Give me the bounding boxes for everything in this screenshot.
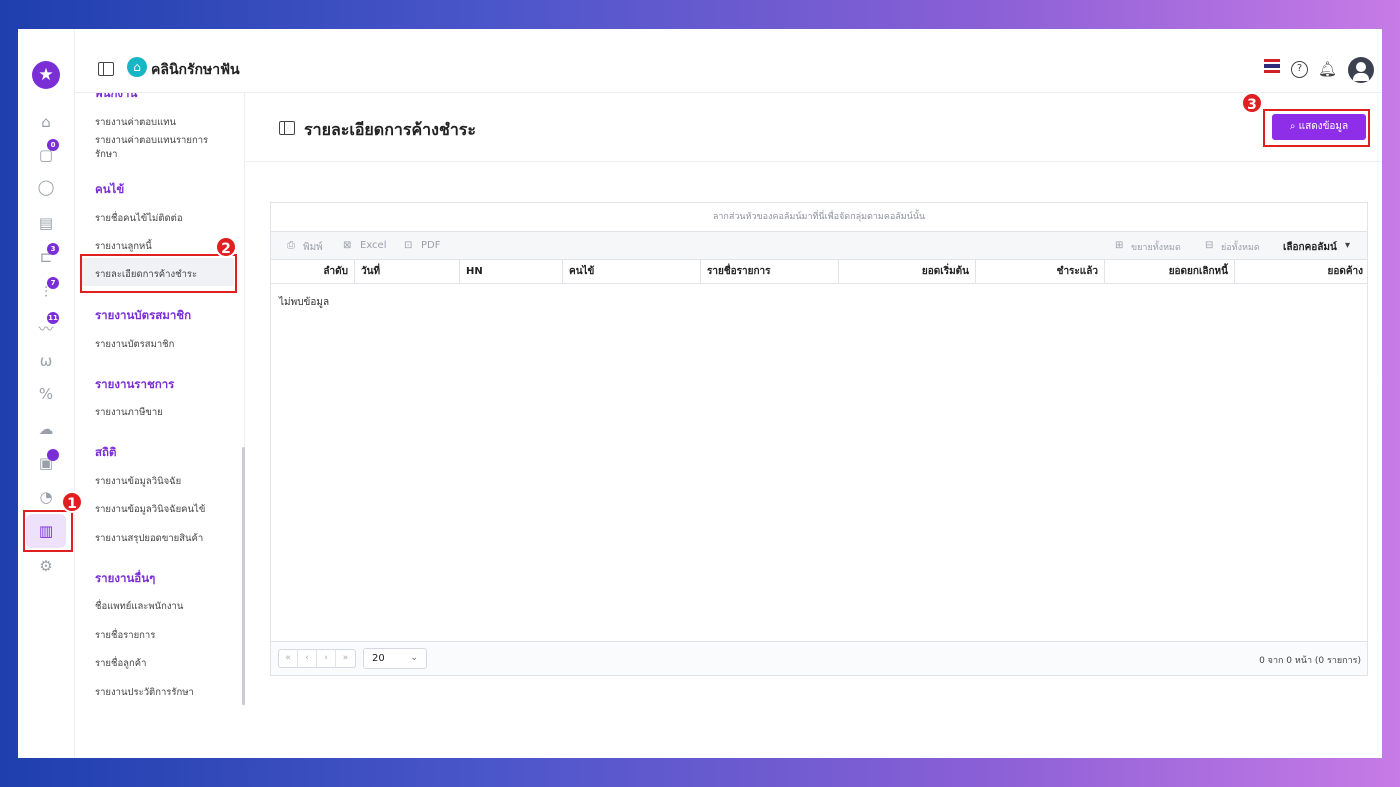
chevron-down-icon[interactable]: ▾: [1345, 240, 1350, 251]
pdf-button[interactable]: PDF: [421, 240, 440, 251]
chair-badge: 3: [47, 243, 59, 255]
col-paid[interactable]: ชำระแล้ว: [976, 260, 1105, 284]
sidebar-toggle-icon[interactable]: [98, 62, 114, 76]
menu-item-membership[interactable]: รายงานบัตรสมาชิก: [95, 337, 174, 352]
menu-item-diagnosis-patient[interactable]: รายงานข้อมูลวินิจฉัยคนไข้: [95, 502, 205, 517]
tools-badge: 7: [47, 277, 59, 289]
menu-item-diagnosis[interactable]: รายงานข้อมูลวินิจฉัย: [95, 474, 181, 489]
highlight-box-3: [1263, 109, 1370, 147]
print-icon: ⎙: [287, 240, 295, 251]
title-divider: [246, 161, 1382, 162]
bell-icon[interactable]: 🔔︎: [1318, 60, 1337, 78]
excel-button[interactable]: Excel: [360, 240, 387, 251]
menu-item-debtors[interactable]: รายงานลูกหนี้: [95, 239, 152, 254]
collapse-all-icon: ⊟: [1205, 240, 1214, 251]
clinic-name: คลินิกรักษาฟัน: [151, 62, 240, 78]
percent-icon[interactable]: %: [36, 384, 56, 404]
next-page-button[interactable]: ›: [317, 650, 336, 667]
box-dot: [47, 449, 59, 461]
cloud-icon[interactable]: ☁: [36, 419, 56, 439]
menu-head-stats: สถิติ: [95, 445, 117, 459]
user-icon[interactable]: ◯: [36, 177, 56, 197]
board-icon[interactable]: ▤: [36, 213, 56, 233]
pager-info: 0 จาก 0 หน้า (0 รายการ): [1259, 656, 1361, 666]
pdf-icon: ⊡: [404, 240, 413, 251]
step-badge-1: 1: [61, 491, 83, 513]
page-panel-icon: [279, 121, 295, 135]
collapse-all-button[interactable]: ย่อทั้งหมด: [1221, 240, 1260, 254]
menu-item-inactive-patients[interactable]: รายชื่อคนไข้ไม่ติดต่อ: [95, 211, 183, 226]
print-button[interactable]: พิมพ์: [303, 240, 323, 255]
avatar[interactable]: [1348, 57, 1374, 83]
menu-item-product-sales[interactable]: รายงานสรุปยอดขายสินค้า: [95, 531, 203, 546]
col-date[interactable]: วันที่: [355, 260, 460, 284]
page-size-select[interactable]: 20 ⌄: [363, 648, 427, 669]
step-badge-3: 3: [1241, 92, 1263, 114]
col-start-amount[interactable]: ยอดเริ่มต้น: [839, 260, 976, 284]
icon-rail: ★ ⌂ ▢ 0 ◯ ▤ ⊏ 3 ⫶ 7 〰 11 ω % ☁ ▣ ◔ ▥ ⚙: [18, 29, 75, 758]
menu-head-patients: คนไข้: [95, 182, 125, 196]
highlight-box-2: [80, 254, 237, 293]
gear-icon[interactable]: ⚙: [36, 556, 56, 576]
pager-nav: «‹ ›»: [278, 649, 356, 668]
col-patient[interactable]: คนไข้: [563, 260, 701, 284]
page-size-value: 20: [372, 653, 385, 664]
col-item-name[interactable]: รายชื่อรายการ: [701, 260, 839, 284]
menu-item-sales-tax[interactable]: รายงานภาษีขาย: [95, 405, 163, 420]
highlight-box-1: [23, 510, 73, 552]
last-page-button[interactable]: »: [336, 650, 355, 667]
app-window: ★ ⌂ ▢ 0 ◯ ▤ ⊏ 3 ⫶ 7 〰 11 ω % ☁ ▣ ◔ ▥ ⚙ ⌂…: [18, 29, 1382, 758]
choose-columns-button[interactable]: เลือกคอลัมน์: [1283, 240, 1337, 255]
page-title: รายละเอียดการค้างชำระ: [304, 120, 476, 139]
report-menu: พนักงาน รายงานค่าตอบแทน รายงานค่าตอบแทนร…: [75, 93, 245, 707]
menu-item-item-list[interactable]: รายชื่อรายการ: [95, 628, 155, 643]
col-outstanding[interactable]: ยอดค้าง: [1235, 260, 1369, 284]
menu-scrollbar[interactable]: [242, 447, 245, 705]
step-badge-2: 2: [215, 236, 237, 258]
clinic-house-icon: ⌂: [127, 57, 147, 77]
menu-head-membership: รายงานบัตรสมาชิก: [95, 308, 192, 322]
bottom-band: [246, 707, 1382, 758]
first-page-button[interactable]: «: [279, 650, 298, 667]
tooth-icon[interactable]: ω: [36, 351, 56, 371]
expand-all-icon: ⊞: [1115, 240, 1124, 251]
column-header-row: ลำดับ วันที่ HN คนไข้ รายชื่อรายการ ยอดเ…: [271, 260, 1367, 284]
menu-item-compensation[interactable]: รายงานค่าตอบแทน: [95, 115, 176, 130]
thai-flag-icon[interactable]: [1264, 59, 1280, 73]
col-debt-cancel[interactable]: ยอดยกเลิกหนี้: [1105, 260, 1235, 284]
col-order[interactable]: ลำดับ: [271, 260, 355, 284]
menu-item-doctors-staff[interactable]: ชื่อแพทย์และพนักงาน: [95, 599, 183, 614]
star-logo-icon[interactable]: ★: [32, 61, 60, 89]
group-panel[interactable]: ลากส่วนหัวของคอลัมน์มาที่นี่เพื่อจัดกลุ่…: [271, 203, 1367, 232]
grid-toolbar: ⎙ พิมพ์ ⊠ Excel ⊡ PDF ⊞ ขยายทั้งหมด ⊟ ย่…: [271, 232, 1367, 260]
pager: «‹ ›» 20 ⌄ 0 จาก 0 หน้า (0 รายการ): [271, 641, 1367, 675]
main-content: รายละเอียดการค้างชำระ ⌕ แสดงข้อมูล ลากส่…: [246, 94, 1382, 706]
menu-item-compensation-treatment[interactable]: รายงานค่าตอบแทนรายการรักษา: [95, 134, 225, 162]
menu-head-gov: รายงานราชการ: [95, 377, 175, 391]
menu-head-staff: พนักงาน: [95, 93, 138, 100]
payment-badge: 11: [47, 312, 59, 324]
menu-head-other: รายงานอื่นๆ: [95, 571, 156, 585]
prev-page-button[interactable]: ‹: [298, 650, 317, 667]
calendar-badge: 0: [47, 139, 59, 151]
data-grid: ลากส่วนหัวของคอลัมน์มาที่นี่เพื่อจัดกลุ่…: [270, 202, 1368, 676]
home-icon[interactable]: ⌂: [36, 112, 56, 132]
expand-all-button[interactable]: ขยายทั้งหมด: [1131, 240, 1181, 254]
chevron-down-icon: ⌄: [410, 653, 418, 663]
top-bar: ⌂ คลินิกรักษาฟัน ? 🔔︎: [75, 29, 1382, 93]
col-hn[interactable]: HN: [460, 260, 563, 284]
excel-icon: ⊠: [343, 240, 352, 251]
menu-item-customer-list[interactable]: รายชื่อลูกค้า: [95, 656, 146, 671]
menu-item-treatment-history[interactable]: รายงานประวัติการรักษา: [95, 685, 194, 700]
empty-message: ไม่พบข้อมูล: [279, 297, 330, 308]
gauge-icon[interactable]: ◔: [36, 487, 56, 507]
help-icon[interactable]: ?: [1291, 61, 1308, 78]
